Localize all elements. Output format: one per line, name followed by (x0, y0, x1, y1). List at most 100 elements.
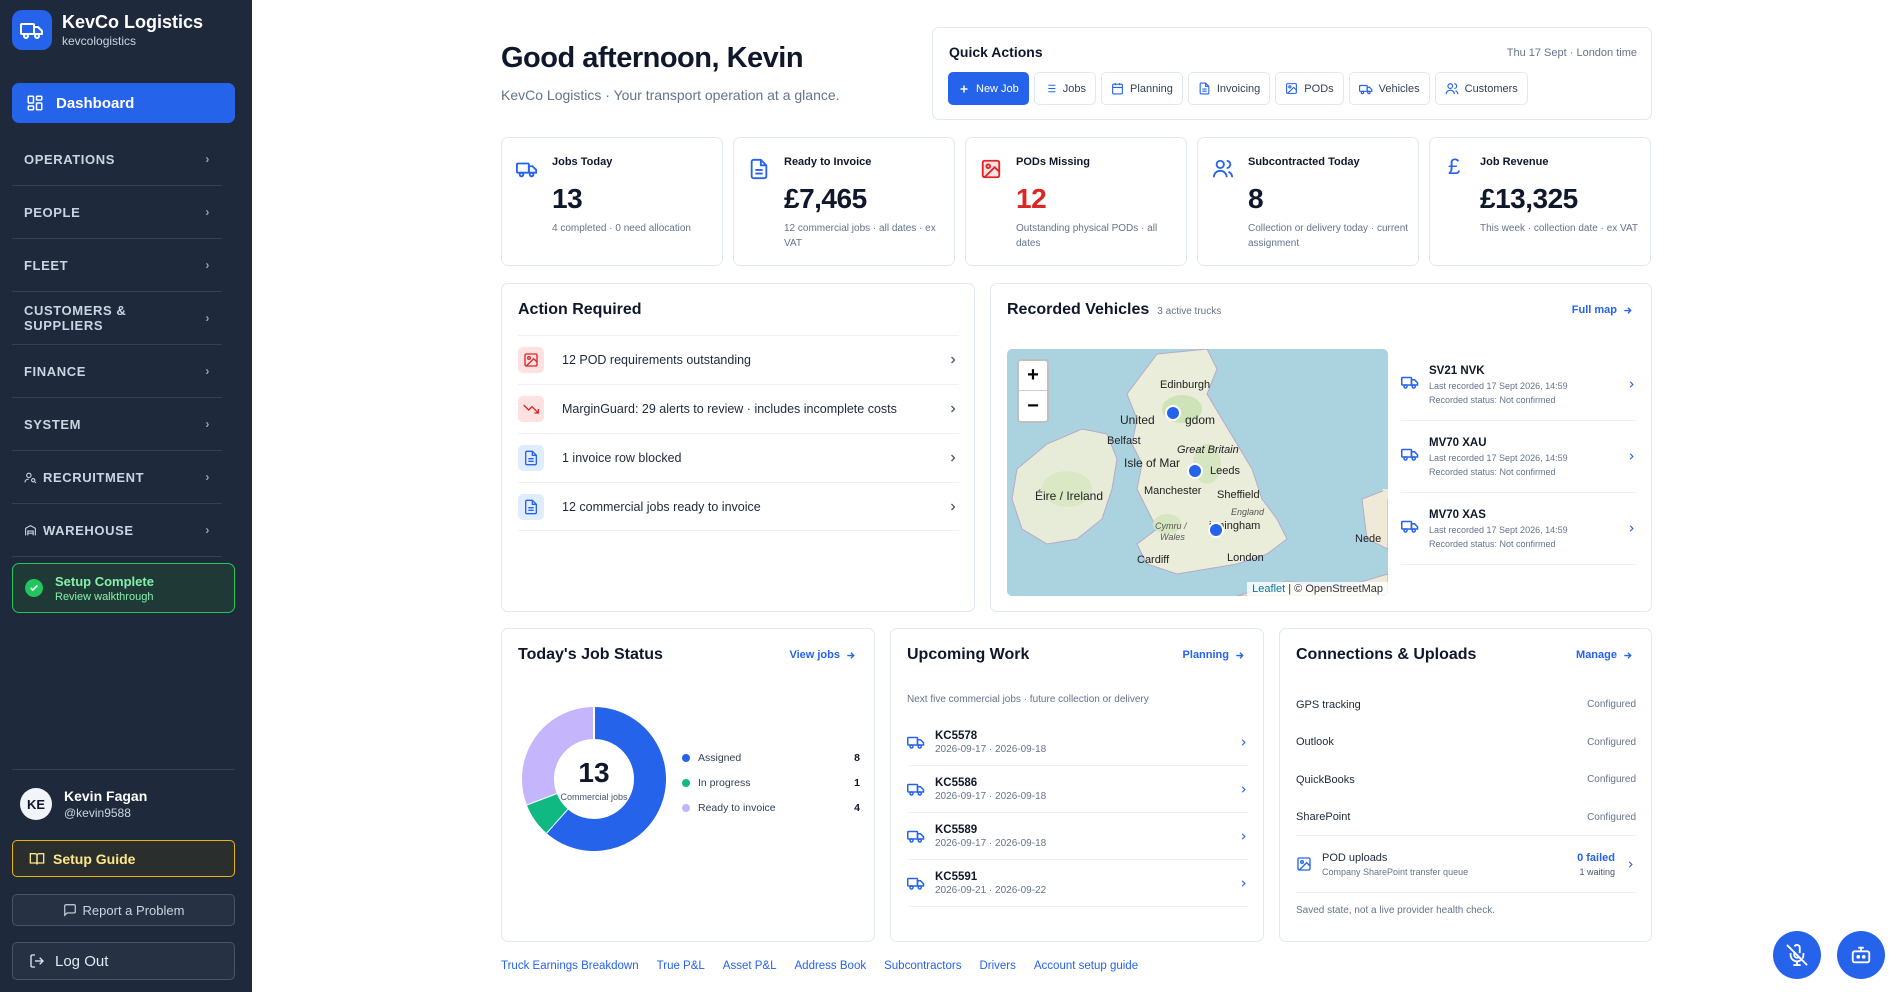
stat-label: PODs Missing (1016, 156, 1090, 168)
new-job-button[interactable]: New Job (948, 72, 1029, 105)
report-problem-button[interactable]: Report a Problem (12, 894, 235, 926)
job-row[interactable]: KC5586 2026-09-17 · 2026-09-18 (907, 766, 1249, 813)
connection-name: GPS tracking (1296, 698, 1361, 711)
footer-link-account-setup[interactable]: Account setup guide (1034, 960, 1138, 972)
stat-jobs-today[interactable]: Jobs Today 13 4 completed · 0 need alloc… (501, 137, 723, 266)
setup-complete-banner[interactable]: Setup Complete Review walkthrough (12, 563, 235, 613)
vehicle-row[interactable]: MV70 XAS Last recorded 17 Sept 2026, 14:… (1401, 493, 1637, 565)
nav-system[interactable]: SYSTEM › (12, 398, 222, 451)
assistant-bot-button[interactable] (1837, 931, 1885, 979)
footer-link-asset-pl[interactable]: Asset P&L (723, 960, 777, 972)
pod-uploads-row[interactable]: POD uploads Company SharePoint transfer … (1296, 835, 1636, 893)
connection-status: Configured (1587, 811, 1636, 823)
chevron-right-icon (951, 454, 956, 462)
job-row[interactable]: KC5591 2026-09-21 · 2026-09-22 (907, 860, 1249, 907)
stat-note: This week · collection date · ex VAT (1480, 223, 1639, 234)
nav-warehouse[interactable]: WAREHOUSE › (12, 504, 222, 557)
footer-link-true-pl[interactable]: True P&L (657, 960, 705, 972)
user-profile[interactable]: KE Kevin Fagan @kevin9588 (20, 788, 147, 820)
planning-link[interactable]: Planning (1183, 649, 1245, 661)
stat-note: 12 commercial jobs · all dates · ex VAT (784, 223, 936, 249)
footer-link-address-book[interactable]: Address Book (795, 960, 867, 972)
divider (12, 769, 235, 770)
nav-recruitment[interactable]: RECRUITMENT › (12, 451, 222, 504)
map-label: United (1120, 413, 1155, 427)
button-label: Jobs (1062, 82, 1087, 95)
vehicles-button[interactable]: Vehicles (1348, 72, 1430, 105)
stat-job-revenue[interactable]: £ Job Revenue £13,325 This week · collec… (1429, 137, 1651, 266)
logout-icon (30, 954, 44, 968)
mic-off-button[interactable] (1773, 931, 1821, 979)
stat-ready-to-invoice[interactable]: Ready to Invoice £7,465 12 commercial jo… (733, 137, 955, 266)
legend-dot (682, 753, 690, 762)
job-row[interactable]: KC5589 2026-09-17 · 2026-09-18 (907, 813, 1249, 860)
image-icon (981, 159, 1001, 179)
nav-dashboard[interactable]: Dashboard (12, 83, 235, 123)
user-handle: @kevin9588 (64, 806, 131, 820)
connection-name: QuickBooks (1296, 773, 1355, 786)
footer-link-truck-earnings[interactable]: Truck Earnings Breakdown (501, 960, 639, 972)
manage-link[interactable]: Manage (1576, 649, 1633, 661)
warehouse-icon (25, 524, 36, 535)
job-row[interactable]: KC5578 2026-09-17 · 2026-09-18 (907, 719, 1249, 766)
nav-label: OPERATIONS (24, 151, 115, 167)
invoicing-button[interactable]: Invoicing (1187, 72, 1271, 105)
stat-note: Outstanding physical PODs · all dates (1016, 223, 1158, 249)
customers-button[interactable]: Customers (1434, 72, 1528, 105)
nav-label: RECRUITMENT (43, 469, 145, 485)
chevron-right-icon (951, 405, 956, 413)
nav-customers-suppliers[interactable]: CUSTOMERS & SUPPLIERS › (12, 292, 222, 345)
legend-dot (682, 778, 690, 787)
nav-operations[interactable]: OPERATIONS › (12, 133, 222, 186)
setup-guide-button[interactable]: Setup Guide (12, 840, 235, 877)
nav-fleet[interactable]: FLEET › (12, 239, 222, 292)
document-icon (518, 445, 544, 471)
vehicle-status: Recorded status: Not confirmed (1429, 466, 1556, 477)
nav-people[interactable]: PEOPLE › (12, 186, 222, 239)
zoom-in-button[interactable]: + (1019, 361, 1047, 391)
footer-link-drivers[interactable]: Drivers (979, 960, 1015, 972)
chevron-right-icon: › (205, 311, 210, 325)
nav-label: WAREHOUSE (43, 522, 134, 538)
donut-legend: Assigned 8 In progress 1 Ready to invoic… (682, 745, 860, 820)
stat-label: Ready to Invoice (784, 156, 872, 168)
card-title: Upcoming Work (907, 646, 1030, 663)
legend-row: Ready to invoice 4 (682, 795, 860, 820)
stat-subcontracted-today[interactable]: Subcontracted Today 8 Collection or deli… (1197, 137, 1419, 266)
vehicle-map-pin[interactable] (1208, 522, 1224, 538)
vehicle-row[interactable]: SV21 NVK Last recorded 17 Sept 2026, 14:… (1401, 349, 1637, 421)
stat-pods-missing[interactable]: PODs Missing 12 Outstanding physical POD… (965, 137, 1187, 266)
leaflet-link[interactable]: Leaflet (1252, 583, 1285, 595)
action-row-marginguard[interactable]: MarginGuard: 29 alerts to review · inclu… (518, 384, 959, 433)
map-label: England (1231, 507, 1265, 517)
document-icon (750, 158, 768, 180)
stat-label: Job Revenue (1480, 156, 1549, 168)
jobs-button[interactable]: Jobs (1033, 72, 1097, 105)
vehicle-map-pin[interactable] (1165, 405, 1181, 421)
action-row-ready-to-invoice[interactable]: 12 commercial jobs ready to invoice (518, 482, 959, 531)
job-id: KC5578 (935, 729, 978, 742)
zoom-out-button[interactable]: − (1019, 391, 1047, 421)
legend-row: Assigned 8 (682, 745, 860, 770)
vehicle-row[interactable]: MV70 XAU Last recorded 17 Sept 2026, 14:… (1401, 421, 1637, 493)
vehicle-map[interactable]: Edinburgh United gdom Belfast Isle of Ma… (1007, 349, 1388, 596)
full-map-link[interactable]: Full map (1572, 304, 1633, 316)
brand[interactable]: KevCo Logistics kevcologistics (12, 10, 203, 50)
nav-finance[interactable]: FINANCE › (12, 345, 222, 398)
link-label: Manage (1576, 649, 1617, 661)
action-row-invoice-blocked[interactable]: 1 invoice row blocked (518, 433, 959, 482)
logout-button[interactable]: Log Out (12, 942, 235, 980)
pods-button[interactable]: PODs (1275, 72, 1344, 105)
vehicle-last-recorded: Last recorded 17 Sept 2026, 14:59 (1429, 380, 1568, 391)
planning-button[interactable]: Planning (1101, 72, 1183, 105)
map-label: Edinburgh (1160, 379, 1211, 391)
stat-value: 12 (1016, 183, 1047, 214)
connection-status: Configured (1587, 699, 1636, 711)
action-row-pods[interactable]: 12 POD requirements outstanding (518, 335, 959, 384)
view-jobs-link[interactable]: View jobs (789, 649, 856, 661)
connections-card: Connections & Uploads Manage GPS trackin… (1279, 628, 1652, 942)
vehicle-map-pin[interactable] (1187, 463, 1203, 479)
vehicle-registration: MV70 XAU (1429, 436, 1487, 449)
job-status-card: Today's Job Status View jobs 13 Commerci… (501, 628, 875, 942)
footer-link-subcontractors[interactable]: Subcontractors (884, 960, 961, 972)
